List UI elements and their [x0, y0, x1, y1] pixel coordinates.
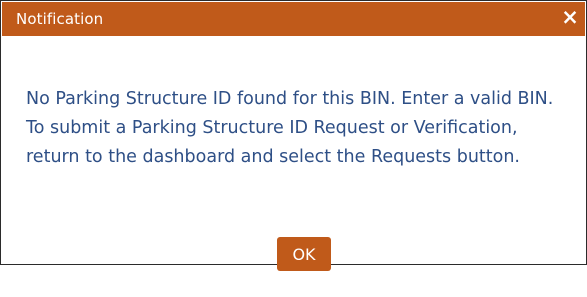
dialog-title: Notification: [16, 10, 104, 28]
dialog-title-bar: Notification ×: [2, 2, 585, 36]
notification-dialog: Notification × No Parking Structure ID f…: [0, 0, 587, 271]
close-icon[interactable]: ×: [561, 6, 579, 28]
ok-button[interactable]: OK: [277, 237, 331, 271]
dialog-message: No Parking Structure ID found for this B…: [26, 89, 554, 167]
